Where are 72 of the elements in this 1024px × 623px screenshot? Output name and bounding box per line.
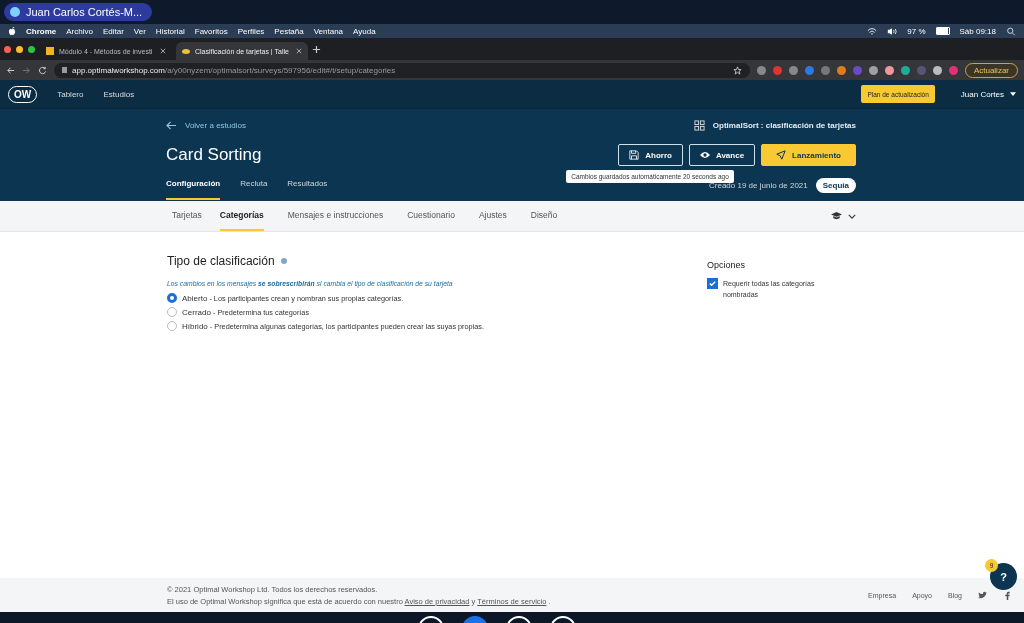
menu-item[interactable]: Ver: [133, 26, 146, 36]
status-badge: Sequía: [815, 178, 856, 193]
minimize-window-icon[interactable]: [16, 45, 23, 53]
url-path: /a/y00nyzem/optimalsort/surveys/597956/edit#/t/setup/categories: [164, 65, 396, 75]
battery-icon[interactable]: [935, 27, 950, 35]
search-icon[interactable]: [1006, 26, 1016, 36]
update-button[interactable]: Actualizar: [964, 62, 1018, 78]
radio-button[interactable]: [167, 321, 177, 331]
menu-item[interactable]: Archivo: [66, 26, 93, 36]
checkbox[interactable]: [707, 278, 718, 289]
paper-plane-icon: [776, 150, 787, 160]
menu-item[interactable]: Favoritos: [194, 26, 228, 36]
nav-link[interactable]: Tablero: [57, 89, 84, 99]
speaker-name: Juan Carlos Cortés-M...: [26, 6, 143, 18]
star-icon[interactable]: [732, 65, 742, 75]
info-icon[interactable]: [280, 258, 287, 264]
nav-link[interactable]: Estudios: [103, 89, 135, 99]
favicon-icon: [46, 47, 54, 55]
clock: Sáb 09:18: [959, 26, 996, 36]
caret-icon[interactable]: [1010, 92, 1016, 96]
radio-button[interactable]: [167, 293, 177, 303]
menu-item[interactable]: Pestaña: [274, 26, 304, 36]
page-title: Card Sorting: [166, 145, 262, 165]
close-icon[interactable]: [160, 48, 166, 54]
eye-icon: [699, 150, 710, 160]
header-button[interactable]: Avance: [688, 144, 756, 166]
close-icon[interactable]: [296, 48, 302, 54]
url-host: app.optimalworkshop.com: [72, 65, 165, 75]
microphone-icon: [10, 7, 20, 17]
sub-tab[interactable]: Cuestionario: [407, 201, 455, 231]
menu-item[interactable]: Chrome: [26, 26, 57, 36]
header-button[interactable]: Lanzamiento: [761, 144, 856, 166]
back-arrow-icon[interactable]: [166, 120, 177, 130]
section-heading: Tipo de clasificación: [167, 254, 275, 268]
sub-tab[interactable]: Mensajes e instrucciones: [287, 201, 384, 231]
chevron-icon[interactable]: [848, 213, 856, 219]
back-icon[interactable]: [6, 65, 15, 75]
back-link[interactable]: Volver a estudios: [185, 120, 246, 130]
sub-tab[interactable]: Ajustes: [478, 201, 507, 231]
sub-tab[interactable]: Diseño: [530, 201, 558, 231]
wifi-icon[interactable]: [867, 26, 878, 36]
reload-icon[interactable]: [38, 65, 47, 75]
header-button[interactable]: Ahorro: [618, 144, 683, 166]
sub-tab[interactable]: Categorías: [219, 201, 264, 231]
menu-item[interactable]: Editar: [102, 26, 124, 36]
battery-percent: 97 %: [907, 26, 926, 36]
menu-item[interactable]: Ventana: [313, 26, 344, 36]
facebook-icon[interactable]: [1003, 590, 1012, 600]
menu-item[interactable]: Perfiles: [237, 26, 265, 36]
graduation-cap-icon[interactable]: [831, 212, 842, 220]
created-date: Creado 19 de junio de 2021: [709, 181, 808, 192]
favicon-icon: [182, 48, 190, 54]
maximize-window-icon[interactable]: [28, 45, 35, 53]
apple-icon[interactable]: [8, 26, 16, 36]
bird-icon[interactable]: [978, 590, 987, 600]
address-field[interactable]: app.optimalworkshop.com/a/y00nyzem/optimalsort/surveys/597956/edit#/t/setup/categories: [54, 62, 750, 78]
save-icon: [629, 150, 640, 160]
options-heading: Opciones: [707, 260, 747, 270]
volume-icon[interactable]: [887, 26, 898, 36]
grid-icon: [693, 119, 705, 131]
close-window-icon[interactable]: [4, 45, 11, 53]
menu-item[interactable]: Historial: [155, 26, 185, 36]
forward-icon[interactable]: [22, 65, 31, 75]
lock-icon: [62, 67, 67, 73]
sub-tab[interactable]: Tarjetas: [172, 201, 202, 231]
menu-item[interactable]: Ayuda: [353, 26, 376, 36]
section-tab[interactable]: Resultados: [287, 179, 328, 200]
user-menu[interactable]: Juan Cortes: [960, 89, 1004, 99]
section-tab[interactable]: Recluta: [240, 179, 268, 200]
radio-button[interactable]: [167, 307, 177, 317]
product-label: OptimalSort : clasificación de tarjetas: [712, 120, 856, 130]
new-tab-icon[interactable]: [312, 44, 321, 54]
